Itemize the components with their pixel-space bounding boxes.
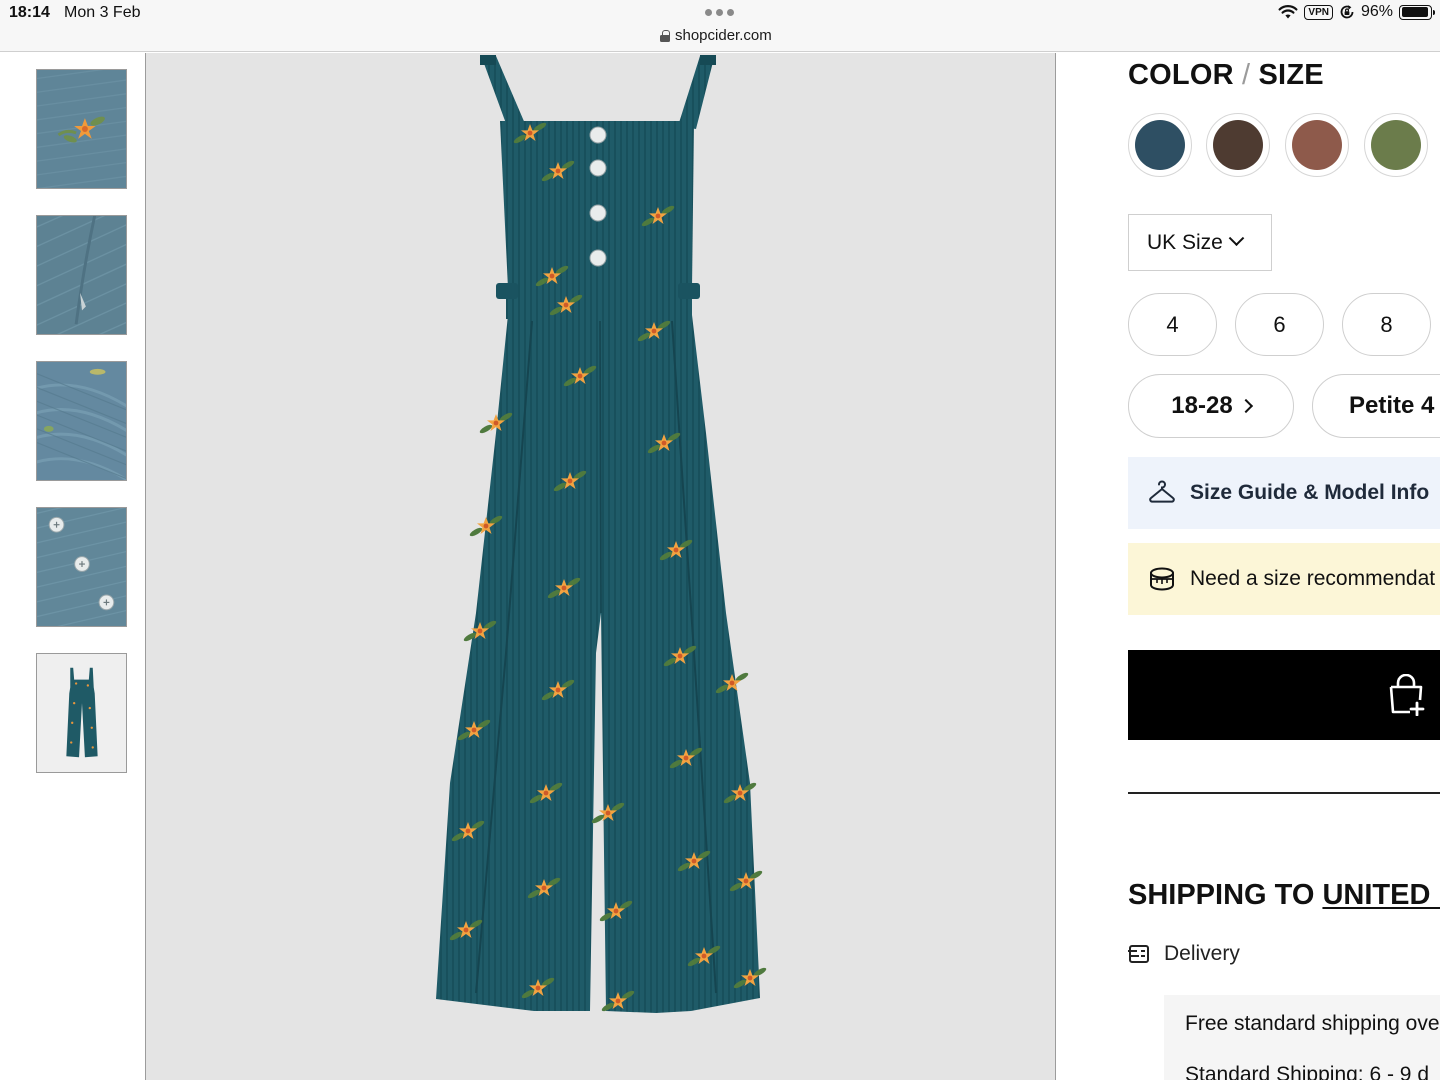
size-range-button[interactable]: 18-28 <box>1128 374 1294 438</box>
lock-icon <box>660 29 670 42</box>
thumbnail-fabric-closeup[interactable] <box>36 361 127 481</box>
delivery-label: Delivery <box>1164 942 1240 965</box>
thumbnail-buttons-closeup[interactable] <box>36 507 127 627</box>
thumbnail-pocket-closeup[interactable] <box>36 215 127 335</box>
url-text: shopcider.com <box>675 27 772 44</box>
multitask-dots-icon[interactable] <box>705 9 734 16</box>
product-options-panel: COLOR / SIZE UK Size 4 6 8 18-28 Petite … <box>1056 53 1440 1080</box>
address-bar[interactable]: shopcider.com <box>660 27 772 44</box>
size-guide-label: Size Guide & Model Info <box>1190 481 1430 504</box>
add-to-bag-button[interactable] <box>1128 650 1440 740</box>
system-indicators: VPN 96% <box>1278 3 1435 21</box>
color-heading-text: COLOR <box>1128 59 1234 91</box>
chevron-down-icon <box>1228 230 1245 247</box>
delivery-icon <box>1128 945 1149 963</box>
orientation-lock-icon <box>1340 5 1354 19</box>
hanger-icon <box>1149 480 1175 503</box>
vpn-badge: VPN <box>1304 4 1333 20</box>
chevron-right-icon <box>1238 398 1253 414</box>
color-swatch-brown[interactable] <box>1206 113 1270 177</box>
date: Mon 3 Feb <box>64 4 141 21</box>
size-guide-link[interactable]: Size Guide & Model Info <box>1128 457 1440 529</box>
measuring-tape-icon <box>1150 567 1174 591</box>
shipping-country-link[interactable]: UNITED I <box>1322 879 1440 911</box>
size-range-label: 18-28 <box>1171 392 1233 419</box>
thumbnail-flower-closeup[interactable] <box>36 69 127 189</box>
shipping-heading: SHIPPING TO UNITED I <box>1128 879 1440 912</box>
size-option-6[interactable]: 6 <box>1235 293 1324 356</box>
shipping-heading-prefix: SHIPPING TO <box>1128 879 1323 911</box>
delivery-row[interactable]: Delivery <box>1128 942 1240 966</box>
size-option-8[interactable]: 8 <box>1342 293 1431 356</box>
wifi-icon <box>1278 5 1298 19</box>
size-option-4[interactable]: 4 <box>1128 293 1217 356</box>
clock: 18:14 <box>9 4 50 21</box>
color-swatch-rust[interactable] <box>1285 113 1349 177</box>
free-shipping-text: Free standard shipping ove <box>1185 1012 1440 1035</box>
battery-icon <box>1399 4 1435 20</box>
color-swatch-olive[interactable] <box>1364 113 1428 177</box>
color-size-heading: COLOR / SIZE <box>1128 59 1324 92</box>
size-heading-text: SIZE <box>1258 59 1324 91</box>
standard-shipping-text: Standard Shipping: 6 - 9 d <box>1185 1063 1430 1080</box>
status-bar: 18:14 Mon 3 Feb shopcider.com VPN 96% <box>0 0 1440 52</box>
battery-percent: 96% <box>1360 3 1393 20</box>
thumbnail-strip <box>0 53 146 1080</box>
petite-label: Petite 4 <box>1349 392 1435 419</box>
section-divider <box>1128 792 1440 794</box>
heading-separator: / <box>1241 59 1251 91</box>
size-recommendation-link[interactable]: Need a size recommendat <box>1128 543 1440 615</box>
shipping-info-box: Free standard shipping ove Standard Ship… <box>1164 995 1440 1080</box>
bag-plus-icon <box>1389 674 1425 716</box>
thumbnail-full-product[interactable] <box>36 653 127 773</box>
size-system-dropdown[interactable]: UK Size <box>1128 214 1272 271</box>
petite-size-button[interactable]: Petite 4 <box>1312 374 1440 438</box>
size-system-label: UK Size <box>1147 230 1223 254</box>
size-recommendation-label: Need a size recommendat <box>1190 567 1436 590</box>
main-product-image[interactable] <box>146 53 1056 1080</box>
color-swatch-teal[interactable] <box>1128 113 1192 177</box>
